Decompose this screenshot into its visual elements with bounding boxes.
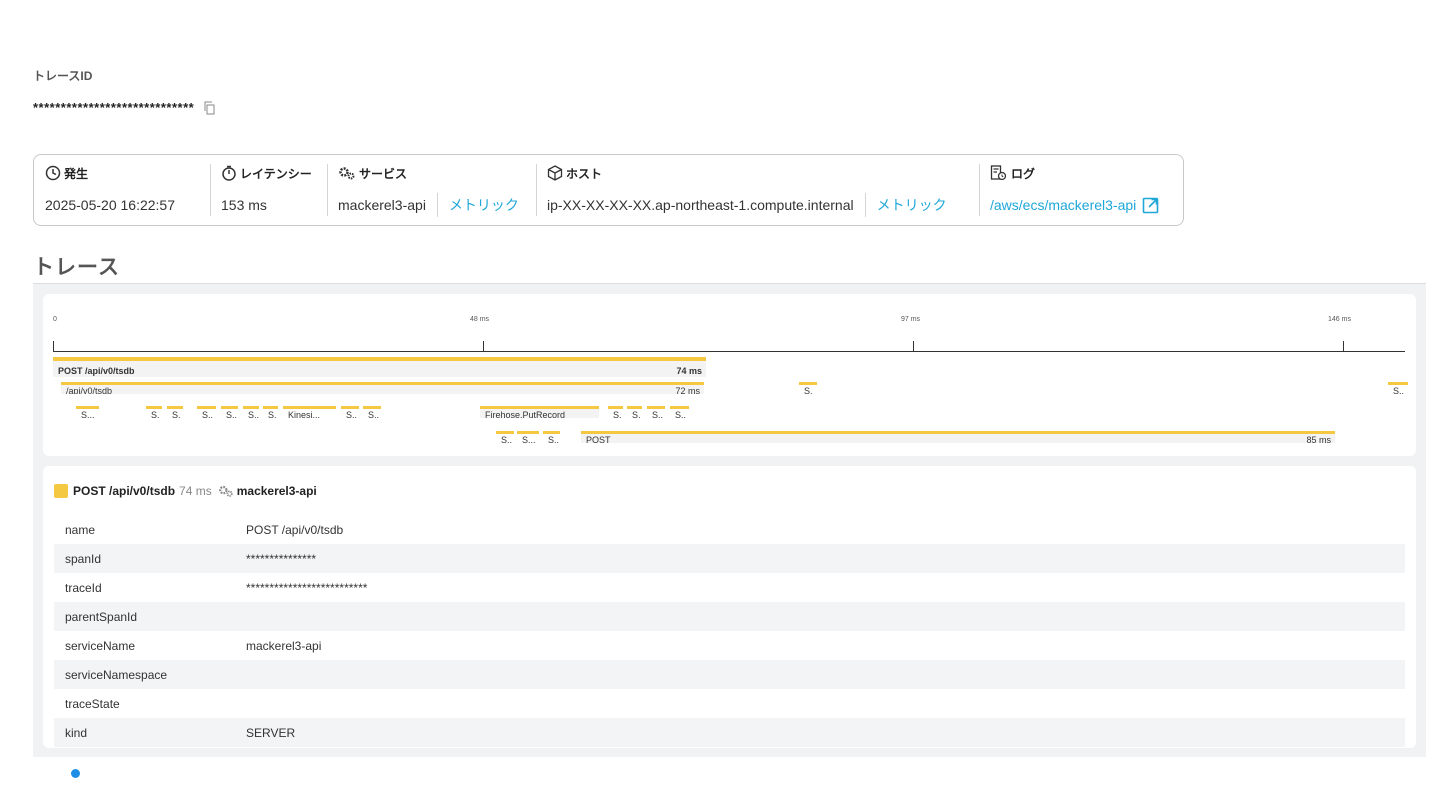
tick-label: 48 ms xyxy=(470,316,490,323)
attribute-key: traceState xyxy=(65,696,120,711)
host-label: ホスト xyxy=(566,166,603,181)
trace-section-title: トレース xyxy=(33,256,120,279)
trace-id-value: ***************************** xyxy=(33,100,195,115)
latency-value: 153 ms xyxy=(221,197,267,213)
span-firehose[interactable]: Firehose.PutRecord xyxy=(480,406,599,418)
latency-label: レイテンシー xyxy=(240,166,312,181)
span-item[interactable]: S... xyxy=(76,406,99,418)
span-item[interactable]: S.. xyxy=(543,431,560,443)
span-detail-header: POST /api/v0/tsdb 74 ms mackerel3-api xyxy=(54,484,317,498)
span-detail: POST /api/v0/tsdb 74 ms mackerel3-api na… xyxy=(43,466,1416,748)
span-item[interactable]: S. xyxy=(146,406,162,418)
trace-timeline: 0 48 ms 97 ms 146 ms POST /api/v0/tsdb 74… xyxy=(43,294,1416,456)
span-item[interactable]: S.. xyxy=(197,406,216,418)
span-root[interactable]: POST /api/v0/tsdb 74 ms xyxy=(53,357,706,377)
host-value: ip-XX-XX-XX-XX.ap-northeast-1.compute.in… xyxy=(547,197,854,213)
span-item[interactable]: S. xyxy=(627,406,642,418)
span-detail-service: mackerel3-api xyxy=(236,484,317,498)
span-item[interactable]: S. xyxy=(167,406,183,418)
span-item[interactable]: S.. xyxy=(670,406,689,418)
attribute-key: name xyxy=(65,522,96,537)
trace-panel: 0 48 ms 97 ms 146 ms POST /api/v0/tsdb 74… xyxy=(33,283,1426,757)
table-row: name POST /api/v0/tsdb xyxy=(54,515,1405,544)
log-icon xyxy=(990,165,1007,181)
external-link-icon[interactable] xyxy=(1142,197,1159,214)
occurred-value: 2025-05-20 16:22:57 xyxy=(45,197,175,213)
trace-id-row: ***************************** xyxy=(33,100,218,115)
tick-label: 97 ms xyxy=(901,316,921,323)
span-item[interactable]: S.. xyxy=(363,406,381,418)
span-item[interactable]: S. xyxy=(263,406,278,418)
log-link[interactable]: /aws/ecs/mackerel3-api xyxy=(990,197,1136,213)
table-row: traceState xyxy=(54,689,1405,718)
tick-label: 0 xyxy=(53,316,57,323)
span-child[interactable]: /api/v0/tsdb 72 ms xyxy=(61,382,704,394)
attribute-value: SERVER xyxy=(246,725,296,740)
span-item[interactable]: S.. xyxy=(221,406,238,418)
gears-icon xyxy=(218,485,233,497)
service-column: サービス mackerel3-api メトリック xyxy=(327,164,536,217)
log-column: ログ /aws/ecs/mackerel3-api xyxy=(979,164,1179,216)
attribute-value: *************** xyxy=(246,551,317,566)
trace-summary: 発生 2025-05-20 16:22:57 レイテンシー 153 ms サービ… xyxy=(33,154,1184,226)
clock-icon xyxy=(45,165,61,181)
table-row: parentSpanId xyxy=(54,602,1405,631)
span-item[interactable]: S... xyxy=(517,431,539,443)
occurred-column: 発生 2025-05-20 16:22:57 xyxy=(34,164,210,216)
attribute-value: ************************** xyxy=(246,580,368,595)
span-item[interactable]: S.. xyxy=(243,406,259,418)
log-label: ログ xyxy=(1011,166,1036,181)
span-item[interactable]: S.. xyxy=(496,431,514,443)
span-detail-duration: 74 ms xyxy=(179,484,212,498)
span-item[interactable]: S. xyxy=(608,406,623,418)
gears-icon xyxy=(339,167,355,180)
span-detail-name: POST /api/v0/tsdb xyxy=(73,484,176,498)
span-item[interactable]: S.. xyxy=(341,406,359,418)
table-row: traceId ************************** xyxy=(54,573,1405,602)
attribute-key: traceId xyxy=(65,580,102,595)
stopwatch-icon xyxy=(222,165,236,181)
service-label: サービス xyxy=(359,166,408,181)
attribute-value: POST /api/v0/tsdb xyxy=(246,522,344,537)
span-item[interactable]: S.. xyxy=(647,406,665,418)
span-item[interactable]: S. xyxy=(799,382,817,394)
host-column: ホスト ip-XX-XX-XX-XX.ap-northeast-1.comput… xyxy=(536,164,979,217)
attribute-key: spanId xyxy=(65,551,102,566)
span-post[interactable]: POST 85 ms xyxy=(581,431,1335,443)
service-value: mackerel3-api xyxy=(338,197,426,213)
host-metric-link[interactable]: メトリック xyxy=(877,195,947,215)
attribute-table: name POST /api/v0/tsdb spanId ************… xyxy=(54,515,1405,747)
table-row: spanId *************** xyxy=(54,544,1405,573)
service-metric-link[interactable]: メトリック xyxy=(449,195,519,215)
attribute-key: serviceNamespace xyxy=(65,667,168,682)
span-item[interactable]: S.. xyxy=(1388,382,1408,394)
attribute-key: parentSpanId xyxy=(65,609,138,624)
attribute-key: kind xyxy=(65,725,88,740)
table-row: kind SERVER xyxy=(54,718,1405,747)
tick-label: 146 ms xyxy=(1328,316,1351,323)
latency-column: レイテンシー 153 ms xyxy=(210,164,327,216)
occurred-label: 発生 xyxy=(64,166,89,181)
span-color-swatch xyxy=(54,484,68,498)
table-row: serviceName mackerel3-api xyxy=(54,631,1405,660)
attribute-key: serviceName xyxy=(65,638,136,653)
cube-icon xyxy=(547,165,563,181)
attribute-value: mackerel3-api xyxy=(246,638,322,653)
span-kinesis[interactable]: Kinesi... xyxy=(283,406,336,418)
status-dot xyxy=(71,769,80,778)
copy-icon[interactable] xyxy=(204,101,218,115)
table-row: serviceNamespace xyxy=(54,660,1405,689)
trace-id-label: トレースID xyxy=(33,69,93,83)
